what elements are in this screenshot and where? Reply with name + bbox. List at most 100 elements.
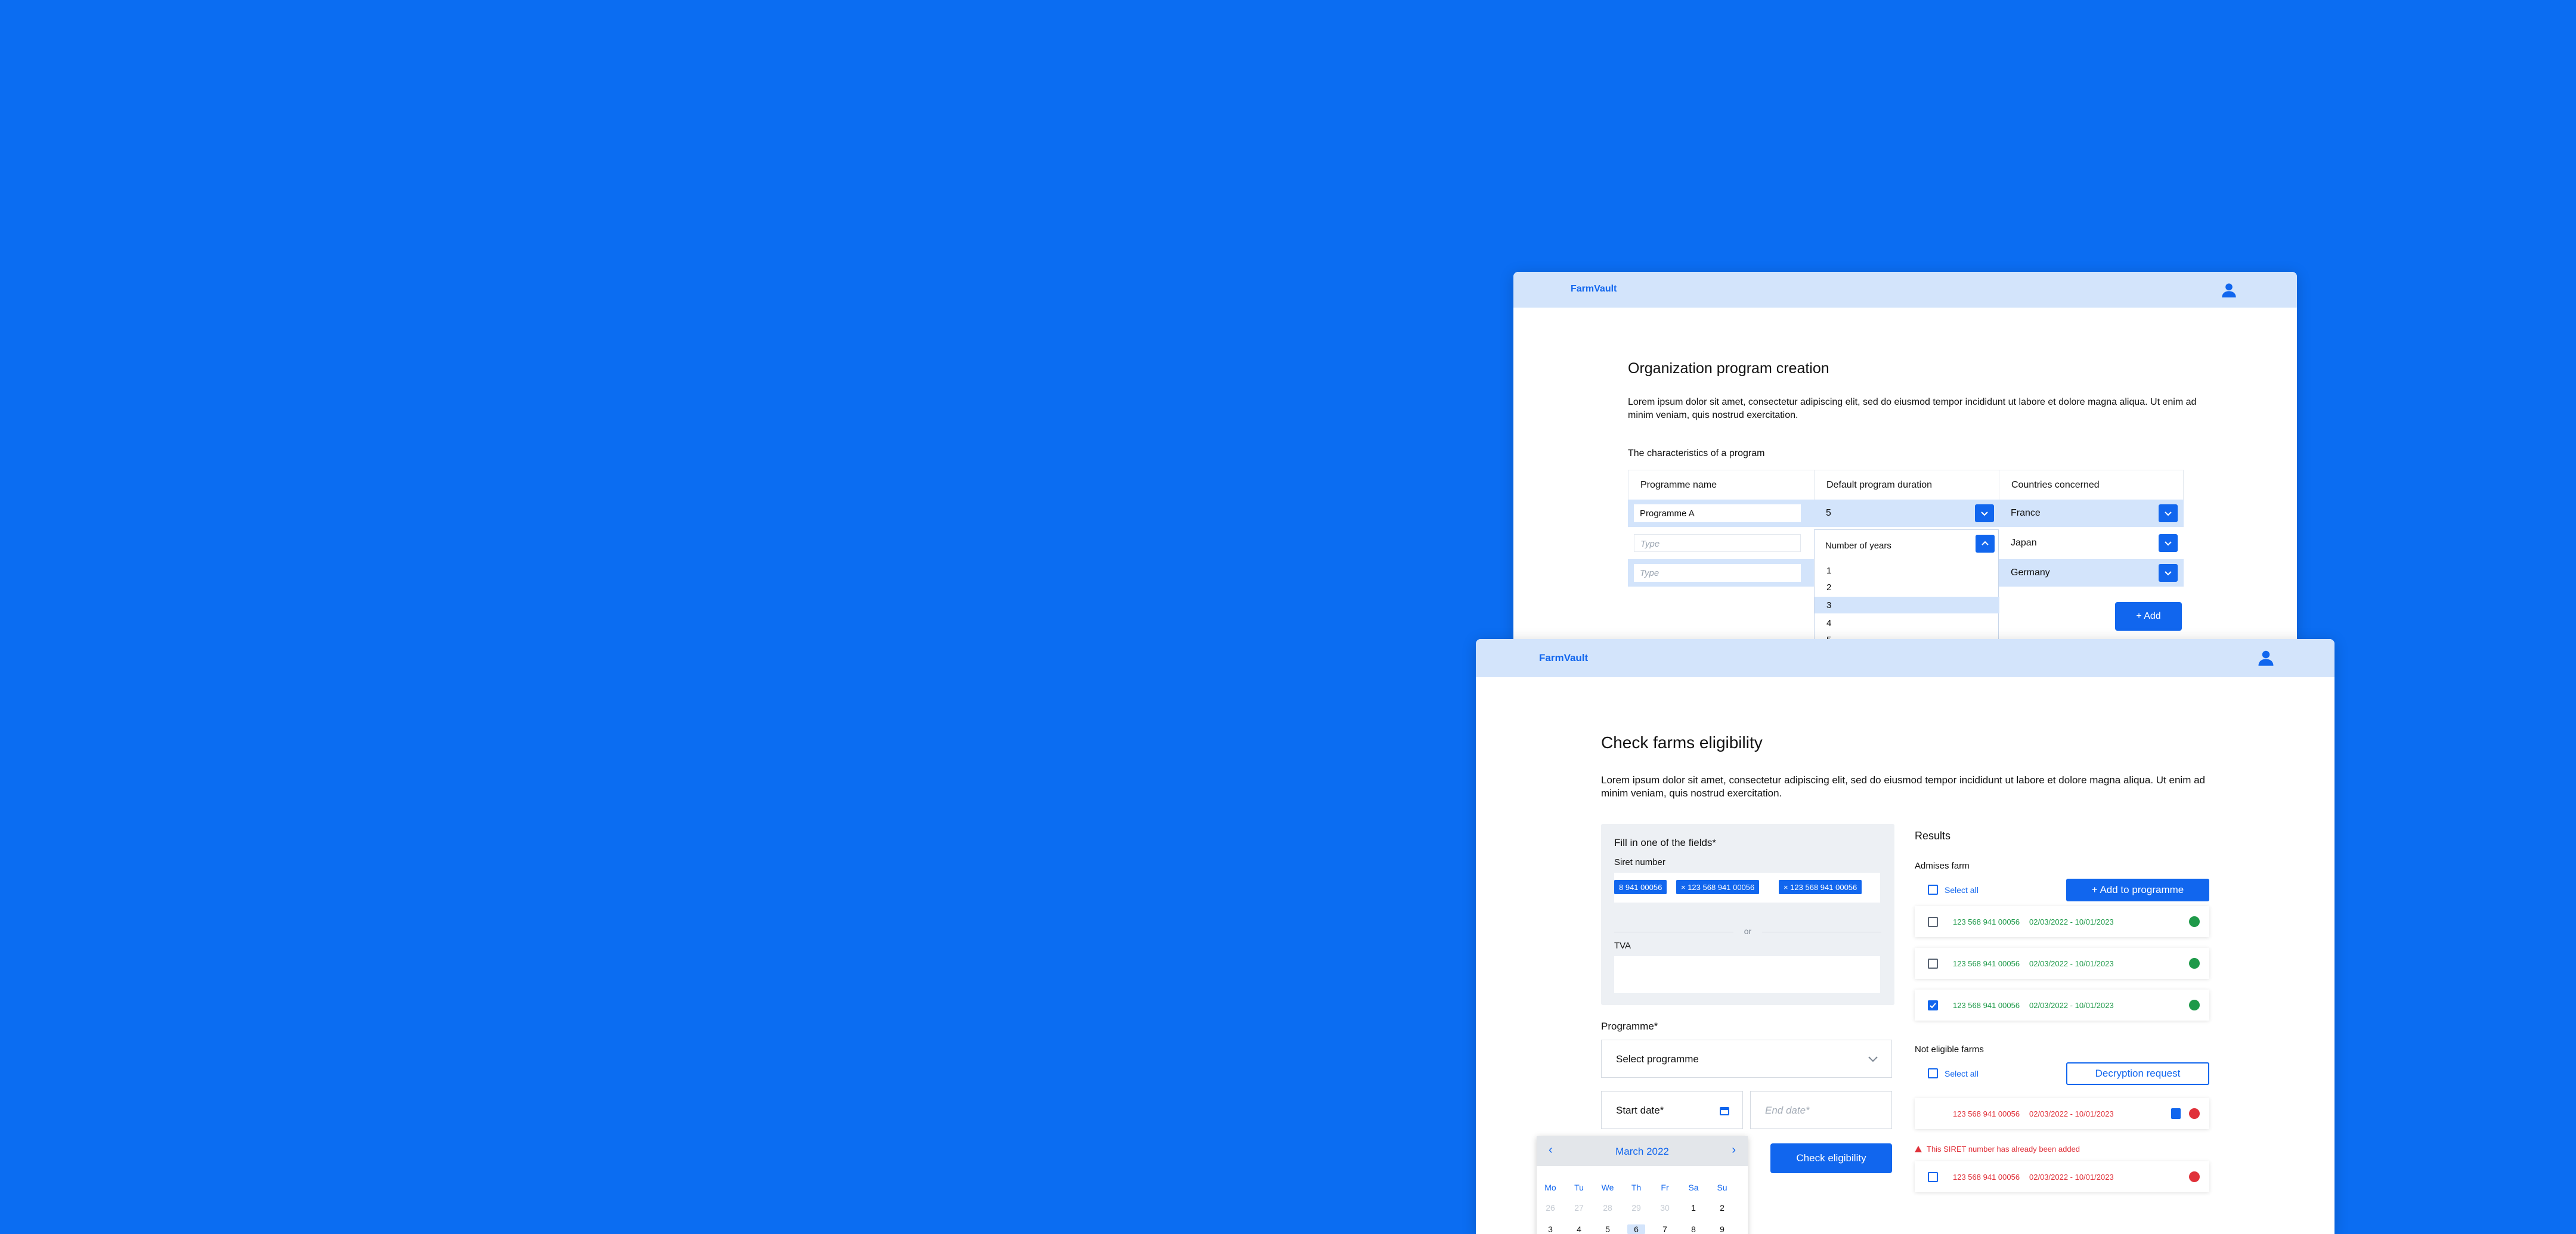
chevron-down-icon	[2165, 511, 2172, 516]
select-all-label[interactable]: Select all	[1945, 1069, 1979, 1078]
end-date-input[interactable]: End date*	[1750, 1091, 1892, 1129]
siret-tag[interactable]: × 123 568 941 00056	[1676, 880, 1760, 894]
row-checkbox[interactable]	[1928, 959, 1938, 969]
or-separator: or	[1744, 926, 1752, 936]
user-icon[interactable]	[2221, 281, 2237, 298]
error-circle-icon	[2189, 1171, 2200, 1182]
calendar-month: March 2022	[1615, 1146, 1669, 1157]
list-item: 123 568 941 00056 02/03/2022 - 10/01/202…	[1915, 990, 2209, 1021]
select-all-checkbox[interactable]	[1928, 885, 1938, 895]
check-eligibility-button[interactable]: Check eligibility	[1770, 1143, 1892, 1173]
column-header-duration: Default program duration	[1814, 470, 1999, 500]
date-range: 02/03/2022 - 10/01/2023	[2029, 1109, 2114, 1118]
calendar-day[interactable]: 26	[1541, 1203, 1559, 1213]
siret-input[interactable]: 8 941 00056 × 123 568 941 00056 × 123 56…	[1614, 873, 1880, 903]
programme-name-input[interactable]: Programme A	[1634, 504, 1801, 522]
calendar-icon[interactable]	[1720, 1106, 1729, 1115]
calendar-day[interactable]: 2	[1713, 1203, 1731, 1213]
row-checkbox[interactable]	[1928, 1000, 1938, 1010]
country-value[interactable]: France	[2011, 508, 2041, 519]
country-value[interactable]: Germany	[2011, 568, 2050, 578]
siret-tag[interactable]: 8 941 00056	[1614, 880, 1667, 894]
siret-tag[interactable]: × 123 568 941 00056	[1779, 880, 1862, 894]
page-intro: Lorem ipsum dolor sit amet, consectetur …	[1601, 774, 2205, 799]
programme-name-input[interactable]: Type	[1634, 534, 1801, 552]
tva-input[interactable]	[1614, 956, 1880, 993]
calendar-day[interactable]: 8	[1685, 1224, 1702, 1234]
program-table: Programme name Default program duration …	[1628, 470, 2184, 639]
top-bar: FarmVault	[1476, 639, 2334, 677]
section-label: The characteristics of a program	[1628, 448, 1765, 458]
date-range: 02/03/2022 - 10/01/2023	[2029, 959, 2114, 968]
check-circle-icon	[2189, 916, 2200, 927]
list-item: 123 568 941 00056 02/03/2022 - 10/01/202…	[1915, 1161, 2209, 1192]
start-date-input[interactable]: Start date*	[1601, 1091, 1743, 1129]
user-icon[interactable]	[2257, 649, 2275, 666]
programme-select[interactable]: Select programme	[1601, 1040, 1892, 1078]
warning-message: This SIRET number has already been added	[1915, 1145, 2080, 1154]
calendar-weekday: Th	[1631, 1183, 1642, 1192]
calendar-day[interactable]: 6	[1627, 1224, 1645, 1234]
calendar-day[interactable]: 4	[1570, 1224, 1588, 1234]
calendar-weekday: Sa	[1688, 1183, 1699, 1192]
add-button[interactable]: + Add	[2115, 602, 2182, 631]
calendar-weekday: Mo	[1544, 1183, 1556, 1192]
program-creation-window: FarmVault Organization program creation …	[1513, 272, 2297, 639]
page-title: Organization program creation	[1628, 360, 1829, 377]
warning-text: This SIRET number has already been added	[1927, 1145, 2080, 1154]
calendar-day[interactable]: 30	[1656, 1203, 1674, 1213]
dropdown-option[interactable]: 3	[1815, 597, 1999, 613]
calendar-day[interactable]: 27	[1570, 1203, 1588, 1213]
duration-dropdown-button[interactable]	[1975, 504, 1994, 522]
siret-label: Siret number	[1614, 857, 1665, 867]
country-dropdown-button[interactable]	[2159, 504, 2178, 522]
calendar-day[interactable]: 1	[1685, 1203, 1702, 1213]
add-to-programme-button[interactable]: + Add to programme	[2066, 879, 2209, 901]
calendar-day[interactable]: 29	[1627, 1203, 1645, 1213]
page-intro: Lorem ipsum dolor sit amet, consectetur …	[1628, 397, 2197, 420]
dropdown-option[interactable]: 1	[1815, 562, 1999, 579]
calendar-weekday: Fr	[1661, 1183, 1669, 1192]
check-circle-icon	[2189, 958, 2200, 969]
decryption-request-button[interactable]: Decryption request	[2066, 1062, 2209, 1085]
programme-name-input[interactable]: Type	[1634, 564, 1801, 582]
row-checkbox[interactable]	[1928, 1172, 1938, 1182]
calendar-day[interactable]: 3	[1541, 1224, 1559, 1234]
select-all-label[interactable]: Select all	[1945, 885, 1979, 895]
duration-dropdown-menu: Number of years 1 2 3 4 5	[1814, 529, 1999, 639]
fields-title: Fill in one of the fields*	[1614, 837, 1717, 848]
error-circle-icon	[2189, 1108, 2200, 1119]
tva-label: TVA	[1614, 941, 1631, 951]
calendar-day[interactable]: 5	[1599, 1224, 1617, 1234]
date-picker: ‹ March 2022 › Mo Tu We Th Fr Sa Su 26 27 28 29 30 1…	[1537, 1136, 1748, 1234]
country-dropdown-button[interactable]	[2159, 534, 2178, 552]
dropdown-option[interactable]: 4	[1815, 615, 1999, 631]
list-item: 123 568 941 00056 02/03/2022 - 10/01/202…	[1915, 948, 2209, 979]
calendar-day[interactable]: 7	[1656, 1224, 1674, 1234]
country-value[interactable]: Japan	[2011, 538, 2037, 548]
brand-logo[interactable]: FarmVault	[1571, 284, 1617, 294]
not-eligible-label: Not eligible farms	[1915, 1044, 1984, 1055]
chevron-right-icon[interactable]: ›	[1732, 1143, 1736, 1157]
country-dropdown-button[interactable]	[2159, 564, 2178, 582]
calendar-day[interactable]: 9	[1713, 1224, 1731, 1234]
duration-dropdown-collapse-button[interactable]	[1976, 535, 1995, 553]
dropdown-option[interactable]: 5	[1815, 631, 1999, 639]
duration-value[interactable]: 5	[1826, 508, 1831, 519]
select-all-checkbox[interactable]	[1928, 1068, 1938, 1078]
start-date-label: Start date*	[1616, 1105, 1664, 1116]
row-checkbox[interactable]	[1928, 917, 1938, 927]
chevron-down-icon	[1981, 511, 1988, 516]
identifier-fields-box: Fill in one of the fields* Siret number …	[1601, 824, 1894, 1005]
siret-value: 123 568 941 00056	[1953, 917, 2020, 926]
siret-value: 123 568 941 00056	[1953, 959, 2020, 968]
brand-logo[interactable]: FarmVault	[1539, 652, 1588, 664]
siret-value: 123 568 941 00056	[1953, 1173, 2020, 1182]
dropdown-option[interactable]: 2	[1815, 579, 1999, 596]
results-title: Results	[1915, 830, 1951, 842]
check-circle-icon	[2189, 1000, 2200, 1010]
chevron-down-icon	[2165, 571, 2172, 576]
chevron-down-icon	[1868, 1056, 1878, 1062]
delete-icon[interactable]	[2171, 1108, 2181, 1119]
calendar-day[interactable]: 28	[1599, 1203, 1617, 1213]
